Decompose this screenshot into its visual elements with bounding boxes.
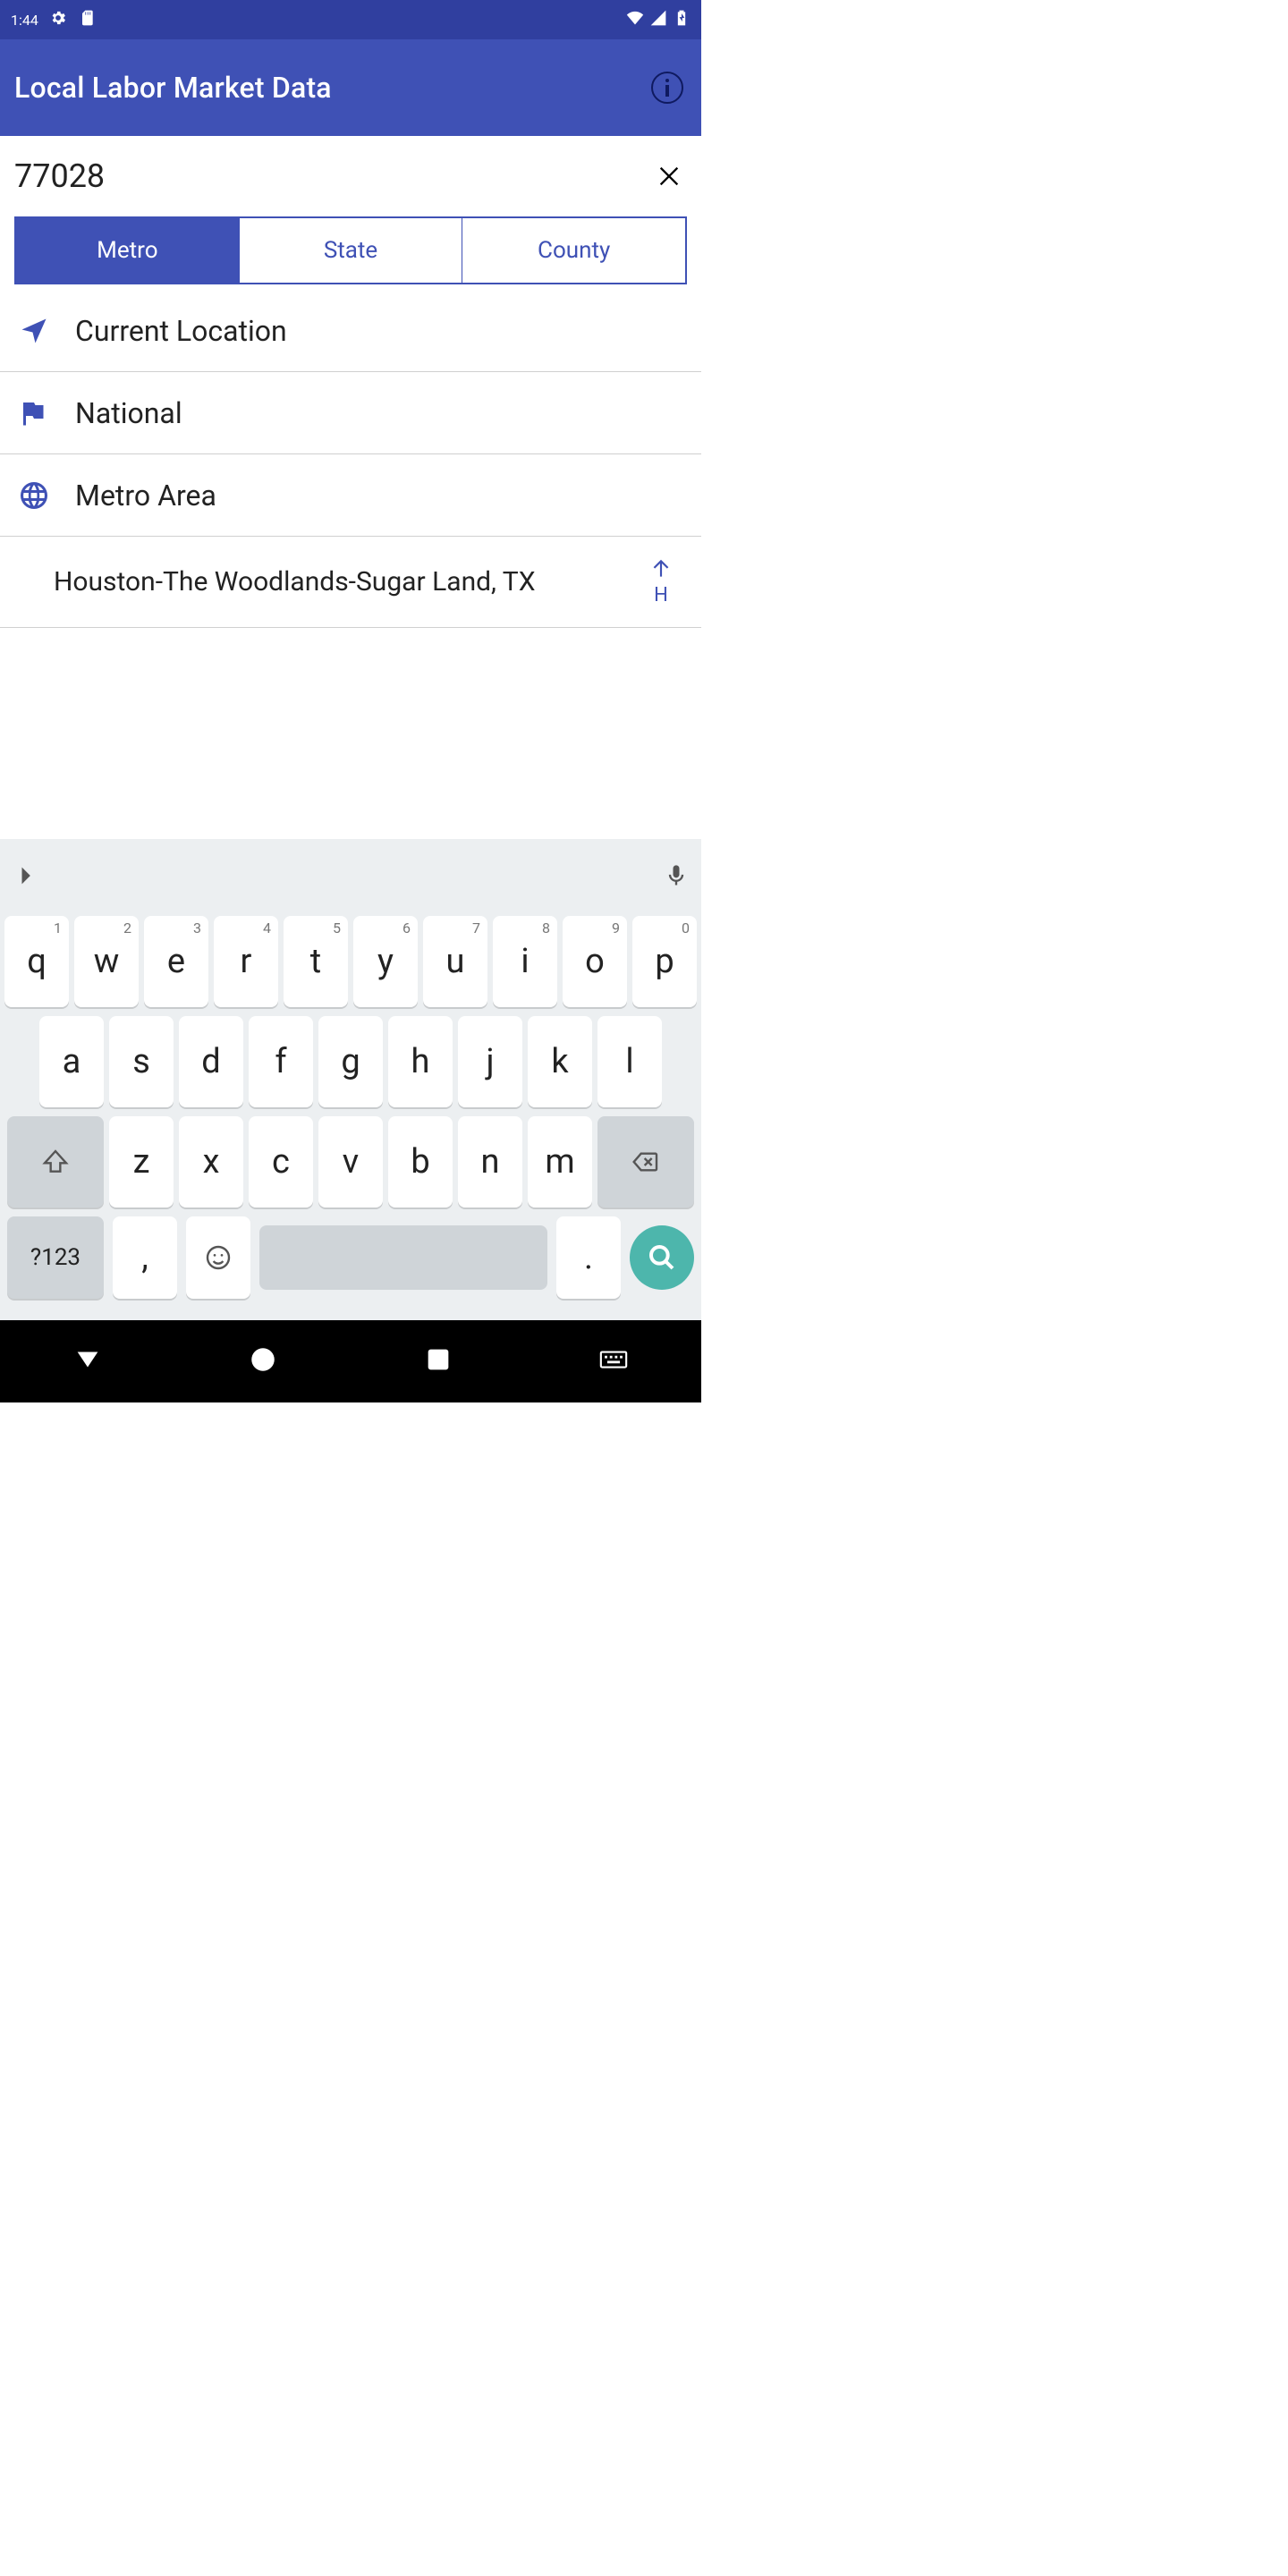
- expand-suggestions-button[interactable]: [7, 858, 43, 894]
- key-z[interactable]: z: [109, 1116, 174, 1208]
- key-period[interactable]: .: [556, 1216, 621, 1299]
- tab-metro[interactable]: Metro: [16, 218, 239, 283]
- nav-back-button[interactable]: [72, 1344, 103, 1378]
- key-u[interactable]: u7: [423, 916, 487, 1007]
- key-c[interactable]: c: [249, 1116, 313, 1208]
- key-shift[interactable]: [7, 1116, 104, 1208]
- cell-signal-icon: [649, 9, 667, 30]
- info-icon: [649, 70, 685, 106]
- key-g[interactable]: g: [318, 1016, 383, 1107]
- key-d[interactable]: d: [179, 1016, 243, 1107]
- key-emoji[interactable]: [186, 1216, 250, 1299]
- sd-card-icon: [78, 9, 96, 30]
- result-row[interactable]: Houston-The Woodlands-Sugar Land, TX H: [0, 537, 701, 628]
- key-r[interactable]: r4: [214, 916, 278, 1007]
- key-b[interactable]: b: [388, 1116, 453, 1208]
- key-space[interactable]: [259, 1225, 547, 1290]
- key-k[interactable]: k: [528, 1016, 592, 1107]
- key-p[interactable]: p0: [632, 916, 697, 1007]
- keyboard-icon: [598, 1344, 629, 1375]
- result-label: Houston-The Woodlands-Sugar Land, TX: [54, 566, 536, 597]
- search-row: [0, 136, 701, 216]
- section-index[interactable]: H: [649, 557, 683, 606]
- key-s[interactable]: s: [109, 1016, 174, 1107]
- key-o[interactable]: o9: [563, 916, 627, 1007]
- search-input[interactable]: [14, 157, 651, 195]
- key-j[interactable]: j: [458, 1016, 522, 1107]
- key-t[interactable]: t5: [284, 916, 348, 1007]
- triangle-down-icon: [72, 1344, 103, 1375]
- key-n[interactable]: n: [458, 1116, 522, 1208]
- battery-icon: [673, 9, 691, 30]
- nav-recents-button[interactable]: [423, 1344, 453, 1378]
- key-w[interactable]: w2: [74, 916, 139, 1007]
- location-arrow-icon: [18, 315, 50, 347]
- key-y[interactable]: y6: [353, 916, 418, 1007]
- square-icon: [423, 1344, 453, 1375]
- flag-icon: [18, 397, 50, 429]
- nav-keyboard-switch-button[interactable]: [598, 1344, 629, 1378]
- key-f[interactable]: f: [249, 1016, 313, 1107]
- info-button[interactable]: [648, 68, 687, 107]
- key-a[interactable]: a: [39, 1016, 104, 1107]
- key-comma[interactable]: ,: [113, 1216, 177, 1299]
- nav-home-button[interactable]: [248, 1344, 278, 1378]
- tab-county[interactable]: County: [462, 218, 685, 283]
- gear-icon: [49, 9, 67, 30]
- key-m[interactable]: m: [528, 1116, 592, 1208]
- clear-search-button[interactable]: [651, 158, 687, 194]
- app-bar: Local Labor Market Data: [0, 39, 701, 136]
- key-q[interactable]: q1: [4, 916, 69, 1007]
- close-icon: [657, 164, 682, 189]
- app-title: Local Labor Market Data: [14, 71, 332, 105]
- chevron-right-icon: [13, 863, 38, 888]
- keyboard-row-1: q1w2e3r4t5y6u7i8o9p0: [2, 916, 699, 1007]
- soft-keyboard: q1w2e3r4t5y6u7i8o9p0 asdfghjkl zxcvbnm ?…: [0, 839, 701, 1320]
- key-i[interactable]: i8: [493, 916, 557, 1007]
- scope-tabs: Metro State County: [14, 216, 687, 284]
- keyboard-suggestion-bar: [0, 839, 701, 912]
- key-search[interactable]: [630, 1225, 694, 1290]
- key-e[interactable]: e3: [144, 916, 208, 1007]
- emoji-icon: [204, 1243, 233, 1272]
- backspace-icon: [631, 1148, 660, 1176]
- search-icon: [648, 1243, 676, 1272]
- result-list: Current Location National Metro Area Hou…: [0, 290, 701, 628]
- globe-icon: [18, 479, 50, 512]
- key-backspace[interactable]: [597, 1116, 694, 1208]
- circle-icon: [248, 1344, 278, 1375]
- current-location-row[interactable]: Current Location: [0, 290, 701, 372]
- tab-state[interactable]: State: [239, 218, 462, 283]
- wifi-icon: [626, 9, 644, 30]
- shift-icon: [41, 1148, 70, 1176]
- voice-input-button[interactable]: [658, 858, 694, 894]
- android-nav-bar: [0, 1320, 701, 1402]
- metro-area-header-row[interactable]: Metro Area: [0, 454, 701, 537]
- keyboard-row-3: zxcvbnm: [2, 1116, 699, 1208]
- key-v[interactable]: v: [318, 1116, 383, 1208]
- row-label: Metro Area: [75, 479, 216, 513]
- arrow-up-icon: [649, 557, 673, 580]
- microphone-icon: [664, 863, 689, 888]
- status-bar: 1:44: [0, 0, 701, 39]
- key-h[interactable]: h: [388, 1016, 453, 1107]
- key-x[interactable]: x: [179, 1116, 243, 1208]
- keyboard-row-4: ?123 , .: [2, 1216, 699, 1299]
- section-index-letter: H: [654, 584, 668, 606]
- national-row[interactable]: National: [0, 372, 701, 454]
- row-label: Current Location: [75, 314, 287, 348]
- row-label: National: [75, 396, 182, 430]
- status-time: 1:44: [11, 12, 38, 29]
- keyboard-row-2: asdfghjkl: [2, 1016, 699, 1107]
- key-symbols[interactable]: ?123: [7, 1216, 104, 1299]
- key-l[interactable]: l: [597, 1016, 662, 1107]
